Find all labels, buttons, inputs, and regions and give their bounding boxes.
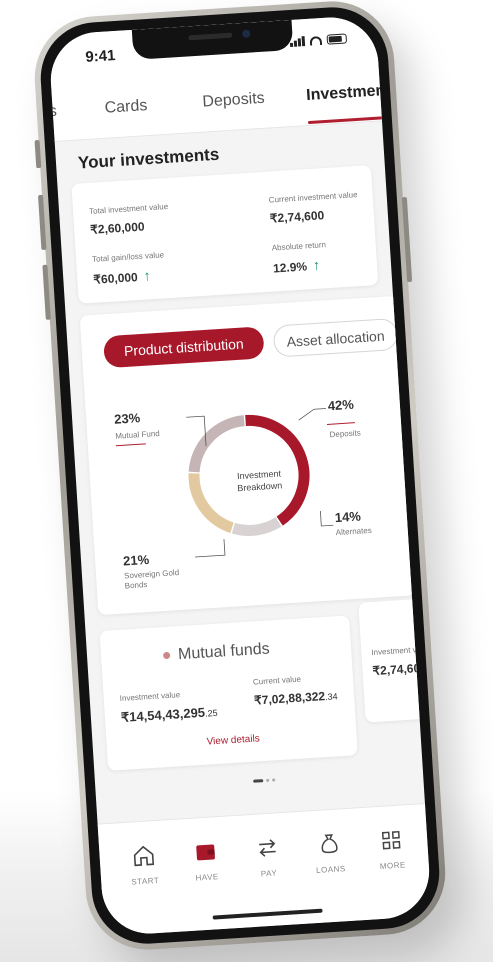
mf-current-paise: .34 [324, 691, 338, 703]
carousel-indicator [253, 778, 276, 783]
nav-loans[interactable]: LOANS [299, 830, 362, 876]
mf-investment-label: Investment value [119, 690, 181, 703]
current-investment-label: Current investment value [268, 190, 358, 205]
absolute-return-label: Absolute return [271, 240, 327, 253]
signal-icon [289, 36, 306, 48]
status-icons [289, 33, 348, 48]
gain-loss-label: Total gain/loss value [91, 250, 165, 264]
alternates-pct: 14% [334, 508, 362, 526]
donut-segment-alternates [231, 517, 282, 536]
leader-line-sgb [195, 539, 226, 558]
nav-start[interactable]: START [113, 842, 176, 888]
nav-pay-label: PAY [260, 868, 278, 879]
mf-investment-value: ₹14,54,43,295 [120, 704, 206, 725]
underline-mutual-fund [115, 443, 146, 447]
product-distribution-toggle[interactable]: Product distribution [102, 326, 265, 369]
tab-cards[interactable]: Cards [104, 97, 148, 118]
arrow-up-icon: ↑ [143, 267, 152, 284]
distribution-card: Product distribution Asset allocation In… [79, 295, 416, 616]
current-investment-value: ₹2,74,600 [269, 208, 325, 226]
dot-icon [162, 652, 171, 660]
transfer-icon [259, 839, 276, 857]
front-camera [242, 29, 251, 38]
app-screen: 9:41 s Cards Deposits Investments Your i… [47, 14, 433, 937]
asset-allocation-toggle[interactable]: Asset allocation [272, 317, 399, 358]
mf-current-value: ₹7,02,88,322 [253, 689, 326, 708]
home-icon [133, 845, 155, 867]
mutual-funds-title: Mutual funds [177, 640, 271, 664]
money-bag-icon [321, 834, 338, 854]
page-title: Your investments [77, 144, 220, 173]
mf-current-row: ₹7,02,88,322.34 [254, 688, 338, 707]
leader-line-alternates [319, 510, 334, 527]
battery-icon [326, 33, 348, 45]
next-card-label: Investment v [371, 645, 417, 658]
nav-pay[interactable]: PAY [237, 834, 300, 880]
mf-investment-row: ₹14,54,43,295.25 [120, 704, 218, 726]
speaker-grille [188, 32, 233, 41]
total-investment-value: ₹2,60,000 [89, 219, 145, 237]
nav-have-label: HAVE [195, 872, 220, 883]
donut-segment-mutual-fund [188, 415, 245, 473]
investment-summary-card: Total investment value ₹2,60,000 Current… [71, 165, 379, 304]
wifi-icon [309, 36, 323, 46]
wallet-icon [196, 844, 215, 861]
mutual-funds-card[interactable]: Mutual funds Investment value ₹14,54,43,… [99, 615, 358, 771]
mf-investment-paise: .25 [204, 707, 218, 719]
absolute-return-row: 12.9% ↑ [273, 257, 321, 276]
sgb-label-line2: Bonds [124, 580, 148, 591]
grid-icon [381, 830, 401, 850]
active-tab-indicator [307, 116, 388, 125]
leader-line-deposits [298, 408, 326, 421]
underline-deposits [326, 422, 355, 425]
deposits-label: Deposits [329, 428, 361, 440]
sgb-pct: 21% [122, 551, 150, 569]
status-time: 9:41 [84, 47, 116, 66]
nav-more[interactable]: MORE [361, 826, 424, 872]
view-details-link[interactable]: View details [206, 733, 260, 747]
mutual-fund-pct: 23% [113, 410, 141, 427]
tab-deposits[interactable]: Deposits [202, 90, 265, 112]
mutual-funds-title-row: Mutual funds [162, 640, 271, 666]
gain-loss-row: ₹60,000 ↑ [93, 267, 151, 287]
total-investment-label: Total investment value [88, 201, 169, 216]
nav-have[interactable]: HAVE [175, 838, 238, 884]
absolute-return-value: 12.9% [272, 259, 308, 276]
phone-mockup: 9:41 s Cards Deposits Investments Your i… [31, 0, 449, 954]
nav-start-label: START [131, 875, 160, 887]
nav-more-label: MORE [379, 860, 407, 871]
mf-current-label: Current value [252, 674, 302, 687]
nav-loans-label: LOANS [315, 864, 346, 875]
bottom-navigation: START HAVE PAY LOANS MORE [97, 803, 433, 937]
deposits-pct: 42% [327, 396, 355, 414]
arrow-up-icon: ↑ [312, 256, 321, 273]
gain-loss-value: ₹60,000 [92, 270, 139, 287]
home-indicator [212, 908, 323, 920]
